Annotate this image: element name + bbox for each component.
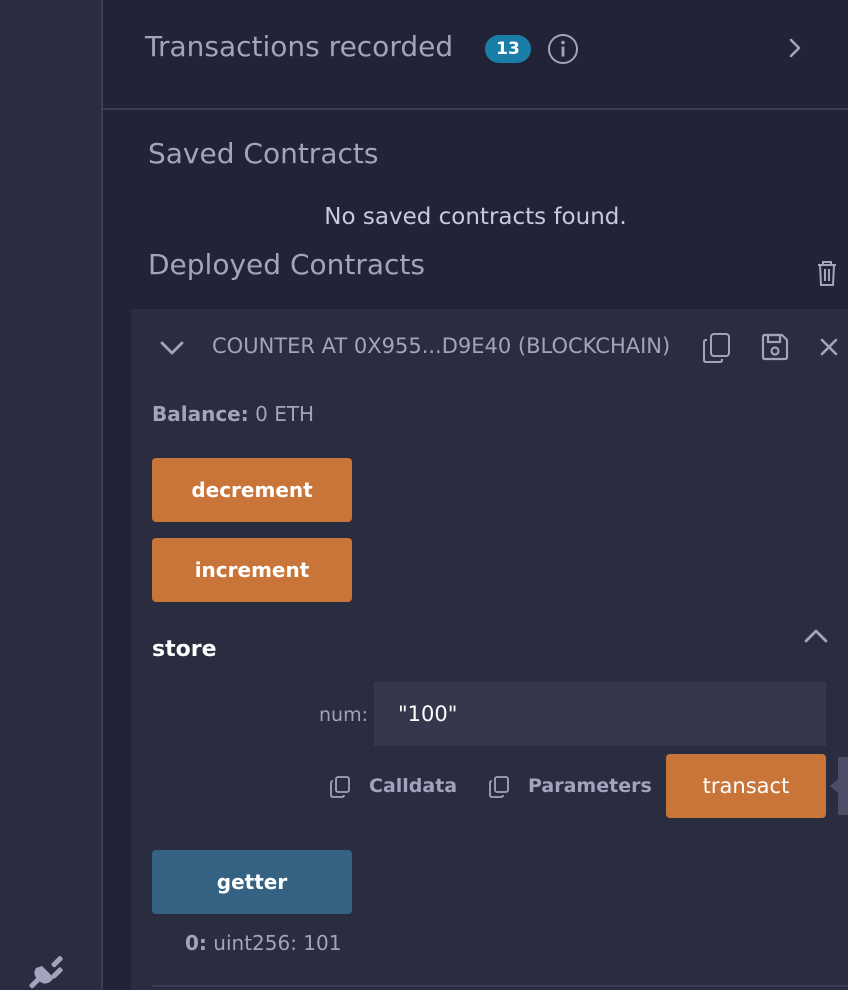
getter-result: 0: uint256: 101: [185, 931, 341, 955]
calldata-link[interactable]: Calldata: [369, 775, 457, 797]
no-saved-contracts-message: No saved contracts found.: [324, 204, 627, 230]
chevron-up-icon[interactable]: [801, 621, 831, 651]
deployed-contract-instance: COUNTER AT 0X955...D9E40 (BLOCKCHAIN) Ba…: [131, 309, 848, 990]
deploy-run-panel: Transactions recorded 13 Saved Contracts…: [103, 0, 848, 990]
plug-icon[interactable]: [28, 946, 72, 990]
save-icon[interactable]: [759, 331, 791, 363]
transactions-count-badge: 13: [485, 35, 531, 63]
num-param-label: num:: [319, 704, 368, 726]
copy-parameters-icon[interactable]: [488, 775, 510, 799]
info-icon[interactable]: [547, 33, 579, 65]
saved-contracts-title: Saved Contracts: [148, 137, 379, 170]
num-param-input[interactable]: [374, 682, 826, 746]
getter-button[interactable]: getter: [152, 850, 352, 914]
deployed-contracts-title: Deployed Contracts: [148, 248, 425, 281]
balance-value: 0 ETH: [255, 402, 315, 426]
tooltip-arrow: [830, 757, 848, 815]
transactions-recorded-header[interactable]: Transactions recorded 13: [103, 0, 848, 110]
trash-icon[interactable]: [813, 258, 841, 288]
result-index: 0:: [185, 931, 207, 955]
close-icon[interactable]: [817, 335, 841, 359]
decrement-button[interactable]: decrement: [152, 458, 352, 522]
transactions-recorded-title: Transactions recorded: [145, 30, 454, 63]
store-function-label: store: [152, 637, 217, 662]
increment-button[interactable]: increment: [152, 538, 352, 602]
copy-icon[interactable]: [701, 331, 733, 365]
balance-label: Balance:: [152, 402, 249, 426]
balance: Balance: 0 ETH: [152, 402, 314, 426]
divider: [152, 985, 848, 987]
transact-button[interactable]: transact: [666, 754, 826, 818]
parameters-link[interactable]: Parameters: [528, 775, 652, 797]
chevron-right-icon[interactable]: [783, 36, 807, 60]
copy-calldata-icon[interactable]: [329, 775, 351, 799]
icon-sidebar: [0, 0, 103, 990]
result-value: uint256: 101: [213, 931, 342, 955]
chevron-down-icon[interactable]: [157, 333, 187, 363]
contract-name: COUNTER AT 0X955...D9E40 (BLOCKCHAIN): [212, 334, 671, 358]
